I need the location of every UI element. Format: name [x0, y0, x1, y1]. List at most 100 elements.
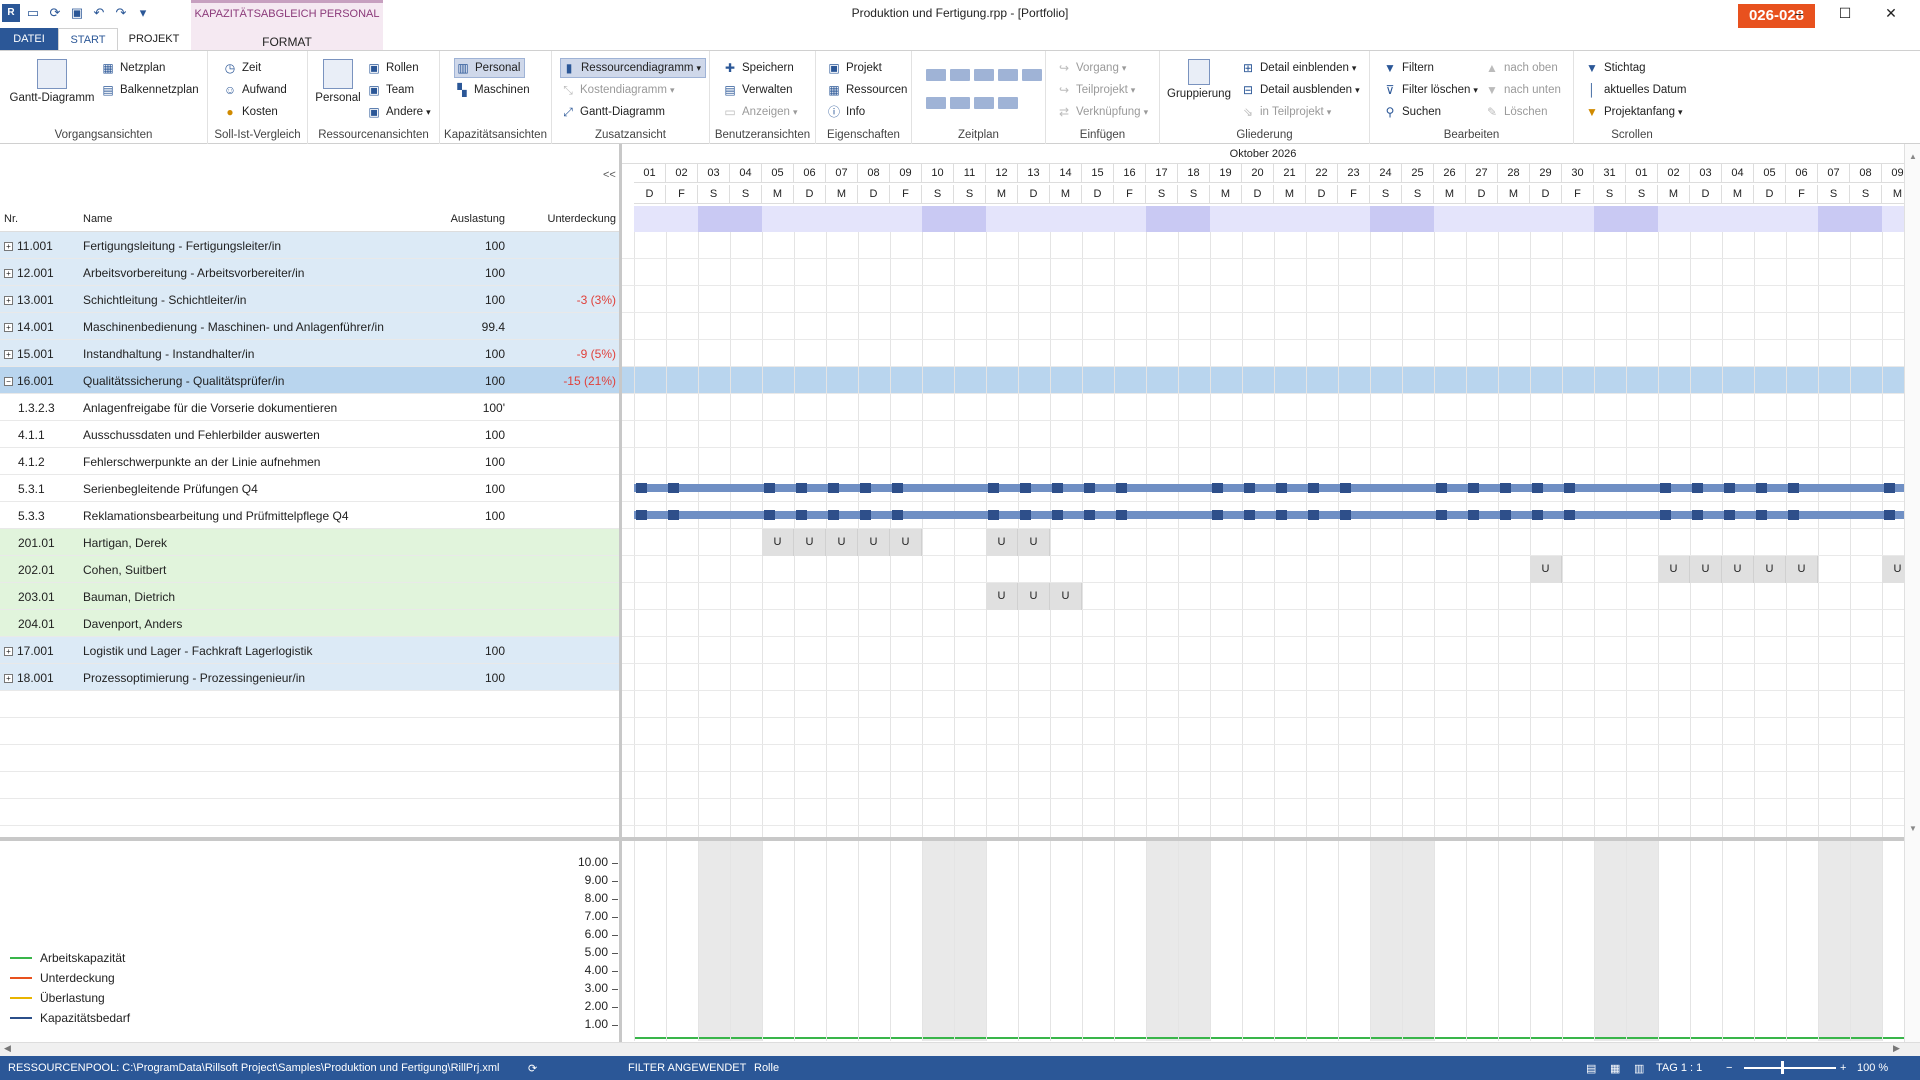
view-mode-icon-3[interactable]: ▥	[1634, 1062, 1644, 1075]
info-button[interactable]: ⓘ Info	[826, 102, 865, 122]
col-name[interactable]: Name	[83, 213, 112, 225]
zoom-slider-track[interactable]	[1744, 1067, 1836, 1069]
table-row[interactable]: 4.1.1 Ausschussdaten und Fehlerbilder aus…	[0, 421, 619, 448]
dropdown-icon[interactable]: ▾	[134, 4, 152, 22]
expand-icon[interactable]: +	[4, 350, 13, 359]
zoom-out-button[interactable]: −	[1726, 1062, 1732, 1074]
teilprojekt-button[interactable]: ↪ Teilprojekt ▾	[1056, 80, 1135, 100]
zoom-100-icon[interactable]	[1022, 69, 1042, 81]
zoom-75-icon[interactable]	[998, 69, 1018, 81]
maschinen-button[interactable]: ▚ Maschinen	[454, 80, 529, 100]
loeschen-button[interactable]: ✎ Löschen	[1484, 102, 1548, 122]
gruppierung-button[interactable]: Gruppierung	[1166, 59, 1232, 100]
anzeigen-button[interactable]: ▭ Anzeigen ▾	[722, 102, 797, 122]
schedule-icon-2[interactable]	[950, 97, 970, 109]
close-button[interactable]: ✕	[1868, 2, 1914, 24]
filtern-button[interactable]: ▼ Filtern	[1382, 58, 1434, 78]
scroll-right-icon[interactable]: ▶	[1893, 1043, 1900, 1054]
nach-unten-button[interactable]: ▼ nach unten	[1484, 80, 1561, 100]
rollen-button[interactable]: ▣ Rollen	[366, 58, 418, 78]
table-row[interactable]: +11.001 Fertigungsleitung - Fertigungslei…	[0, 232, 619, 259]
ressourcen-props-button[interactable]: ▦ Ressourcen	[826, 80, 907, 100]
schedule-icon-4[interactable]	[998, 97, 1018, 109]
tab-start[interactable]: START	[58, 28, 118, 50]
expand-icon[interactable]: +	[4, 647, 13, 656]
filter-loeschen-button[interactable]: ⊽ Filter löschen ▾	[1382, 80, 1478, 100]
zusatz-gantt-button[interactable]: ⤢ Gantt-Diagramm	[560, 102, 665, 122]
zoom-slider-thumb[interactable]	[1781, 1061, 1784, 1074]
save-icon[interactable]: ▣	[68, 4, 86, 22]
folder-open-icon[interactable]: ▭	[24, 4, 42, 22]
kapazitaet-personal-button[interactable]: ▥ Personal	[454, 58, 526, 78]
table-row[interactable]: 1.3.2.3 Anlagenfreigabe für die Vorserie …	[0, 394, 619, 421]
refresh-icon[interactable]: ⟳	[46, 4, 64, 22]
in-teilprojekt-button[interactable]: ⇘ in Teilprojekt ▾	[1240, 102, 1331, 122]
suchen-button[interactable]: ⚲ Suchen	[1382, 102, 1441, 122]
view-mode-icon-2[interactable]: ▦	[1610, 1062, 1620, 1075]
projektanfang-button[interactable]: ▼ Projektanfang ▾	[1584, 102, 1682, 122]
horizontal-scrollbar[interactable]: ◀ ▶	[0, 1042, 1920, 1056]
expand-icon[interactable]: +	[4, 269, 13, 278]
zoom-50-icon[interactable]	[974, 69, 994, 81]
team-button[interactable]: ▣ Team	[366, 80, 414, 100]
minimize-button[interactable]: –	[1776, 2, 1822, 24]
projekt-props-button[interactable]: ▣ Projekt	[826, 58, 881, 78]
nach-oben-button[interactable]: ▲ nach oben	[1484, 58, 1558, 78]
zoom-25-icon[interactable]	[950, 69, 970, 81]
verknuepfung-button[interactable]: ⇄ Verknüpfung ▾	[1056, 102, 1148, 122]
scroll-left-icon[interactable]: ◀	[4, 1043, 11, 1054]
maximize-button[interactable]: ☐	[1822, 2, 1868, 24]
schedule-icon-3[interactable]	[974, 97, 994, 109]
zoom-0-icon[interactable]	[926, 69, 946, 81]
col-nr[interactable]: Nr.	[4, 213, 18, 225]
andere-button[interactable]: ▣ Andere ▾	[366, 102, 430, 122]
kosten-button[interactable]: ● Kosten	[222, 102, 277, 122]
table-row[interactable]: 5.3.3 Reklamationsbearbeitung und Prüfmit…	[0, 502, 619, 529]
table-row[interactable]: +13.001 Schichtleitung - Schichtleiter/in…	[0, 286, 619, 313]
kostendiagramm-button[interactable]: ⤡ Kostendiagramm ▾	[560, 80, 674, 100]
collapse-grid-button[interactable]: <<	[603, 169, 616, 181]
table-row[interactable]: +15.001 Instandhaltung - Instandhalter/in…	[0, 340, 619, 367]
verwalten-button[interactable]: ▤ Verwalten	[722, 80, 792, 100]
table-row[interactable]: −16.001 Qualitätssicherung - Qualitätsprü…	[0, 367, 619, 394]
vertical-scrollbar[interactable]: ▲ ▼	[1904, 144, 1920, 1042]
expand-icon[interactable]: +	[4, 296, 13, 305]
table-row[interactable]: 201.01 Hartigan, Derek	[0, 529, 619, 556]
aktuelles-datum-button[interactable]: │ aktuelles Datum	[1584, 80, 1686, 100]
table-row[interactable]: 202.01 Cohen, Suitbert	[0, 556, 619, 583]
speichern-button[interactable]: ✚ Speichern	[722, 58, 794, 78]
zoom-in-button[interactable]: +	[1840, 1062, 1846, 1074]
detail-ausblenden-button[interactable]: ⊟ Detail ausblenden ▾	[1240, 80, 1360, 100]
detail-einblenden-button[interactable]: ⊞ Detail einblenden ▾	[1240, 58, 1356, 78]
expand-icon[interactable]: +	[4, 242, 13, 251]
view-mode-icon-1[interactable]: ▤	[1586, 1062, 1596, 1075]
col-unterdeckung[interactable]: Unterdeckung	[512, 213, 617, 225]
expand-icon[interactable]: +	[4, 323, 13, 332]
col-auslastung[interactable]: Auslastung	[420, 213, 505, 225]
scroll-up-icon[interactable]: ▲	[1909, 152, 1917, 161]
gantt-diagramm-button[interactable]: Gantt-Diagramm	[6, 59, 98, 104]
personal-view-button[interactable]: Personal	[314, 59, 362, 104]
table-row[interactable]: +17.001 Logistik und Lager - Fachkraft La…	[0, 637, 619, 664]
schedule-icon-1[interactable]	[926, 97, 946, 109]
refresh-pool-icon[interactable]: ⟳	[528, 1062, 537, 1075]
tab-datei[interactable]: DATEI	[0, 28, 58, 50]
zeit-button[interactable]: ◷ Zeit	[222, 58, 261, 78]
redo-icon[interactable]: ↷	[112, 4, 130, 22]
collapse-icon[interactable]: −	[4, 377, 13, 386]
ressourcendiagramm-button[interactable]: ▮ Ressourcendiagramm ▾	[560, 58, 707, 78]
vorgang-button[interactable]: ↪ Vorgang ▾	[1056, 58, 1126, 78]
undo-icon[interactable]: ↶	[90, 4, 108, 22]
aufwand-button[interactable]: ☺ Aufwand	[222, 80, 287, 100]
balkennetzplan-button[interactable]: ▤ Balkennetzplan	[100, 80, 198, 100]
expand-icon[interactable]: +	[4, 674, 13, 683]
scroll-down-icon[interactable]: ▼	[1909, 824, 1917, 833]
table-row[interactable]: +18.001 Prozessoptimierung - Prozessingen…	[0, 664, 619, 691]
table-row[interactable]: 203.01 Bauman, Dietrich	[0, 583, 619, 610]
table-row[interactable]: +14.001 Maschinenbedienung - Maschinen- u…	[0, 313, 619, 340]
tab-projekt[interactable]: PROJEKT	[118, 28, 190, 50]
table-row[interactable]: +12.001 Arbeitsvorbereitung - Arbeitsvorb…	[0, 259, 619, 286]
table-row[interactable]: 4.1.2 Fehlerschwerpunkte an der Linie auf…	[0, 448, 619, 475]
table-row[interactable]: 5.3.1 Serienbegleitende Prüfungen Q4 100	[0, 475, 619, 502]
table-row[interactable]: 204.01 Davenport, Anders	[0, 610, 619, 637]
